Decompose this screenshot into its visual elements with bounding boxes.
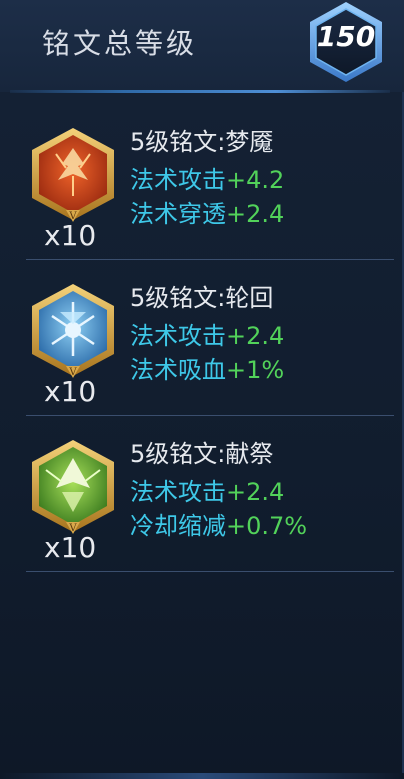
rune-row[interactable]: V x10 5级铭文:梦魇 法术攻击+4.2 法术穿透+2.4 bbox=[26, 104, 394, 260]
rune-name: 5级铭文:轮回 bbox=[130, 284, 274, 312]
stat-label: 法术攻击 bbox=[130, 478, 226, 506]
green-rune-icon: V bbox=[26, 436, 120, 540]
rune-stat: 法术吸血+1% bbox=[130, 350, 284, 385]
stat-value: +2.4 bbox=[226, 200, 285, 228]
header-divider bbox=[10, 90, 390, 93]
rune-stat: 法术攻击+2.4 bbox=[130, 472, 284, 507]
row-divider bbox=[26, 571, 394, 572]
rune-row[interactable]: V x10 5级铭文:轮回 法术攻击+2.4 法术吸血+1% bbox=[26, 260, 394, 416]
stat-label: 法术攻击 bbox=[130, 322, 226, 350]
rune-count: x10 bbox=[44, 531, 97, 564]
total-level-value: 150 bbox=[316, 20, 376, 53]
stat-label: 法术攻击 bbox=[130, 166, 226, 194]
panel-header: 铭文总等级 150 bbox=[0, 0, 404, 93]
rune-count: x10 bbox=[44, 219, 97, 252]
stat-label: 法术吸血 bbox=[130, 356, 226, 384]
rune-summary-panel: 铭文总等级 150 V x10 5级铭文:梦魇 法术攻击+4.2 法术穿透+2.… bbox=[0, 0, 404, 779]
rune-stat: 法术攻击+4.2 bbox=[130, 160, 284, 195]
rune-stat: 法术穿透+2.4 bbox=[130, 194, 284, 229]
stat-value: +1% bbox=[226, 356, 285, 384]
rune-stat: 法术攻击+2.4 bbox=[130, 316, 284, 351]
level-badge: 150 bbox=[304, 0, 388, 84]
stat-label: 冷却缩减 bbox=[130, 512, 226, 540]
rune-name: 5级铭文:梦魇 bbox=[130, 128, 274, 156]
stat-value: +2.4 bbox=[226, 478, 285, 506]
stat-value: +4.2 bbox=[226, 166, 285, 194]
red-rune-icon: V bbox=[26, 124, 120, 228]
bottom-divider bbox=[0, 773, 404, 779]
rune-stat: 冷却缩减+0.7% bbox=[130, 506, 307, 541]
rune-count: x10 bbox=[44, 375, 97, 408]
page-title: 铭文总等级 bbox=[42, 27, 198, 60]
blue-rune-icon: V bbox=[26, 280, 120, 384]
stat-label: 法术穿透 bbox=[130, 200, 226, 228]
rune-name: 5级铭文:献祭 bbox=[130, 440, 274, 468]
stat-value: +2.4 bbox=[226, 322, 285, 350]
stat-value: +0.7% bbox=[226, 512, 308, 540]
rune-row[interactable]: V x10 5级铭文:献祭 法术攻击+2.4 冷却缩减+0.7% bbox=[26, 416, 394, 572]
